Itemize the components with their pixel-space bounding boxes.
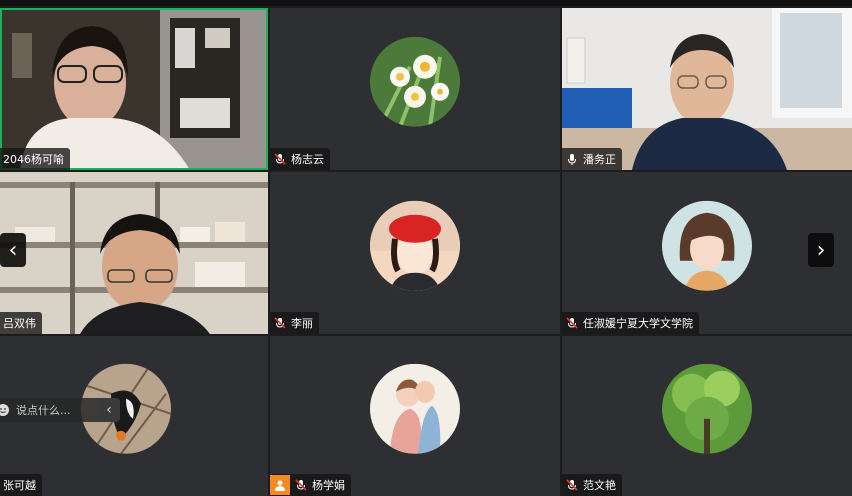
participant-name-tag: 杨学娟 xyxy=(270,474,351,496)
participant-name: 吕双伟 xyxy=(3,317,36,330)
chat-input[interactable]: 说点什么... ‹ xyxy=(0,398,120,422)
participant-name-tag: 范文艳 xyxy=(562,474,622,496)
video-tile-1[interactable]: 2046杨可喻 xyxy=(0,8,268,170)
participant-name-tag: 任淑媛宁夏大学文学院 xyxy=(562,312,699,334)
chevron-left-icon: ‹ xyxy=(106,402,112,418)
prev-page-button[interactable]: ‹ xyxy=(0,233,26,267)
avatar-tree xyxy=(662,363,752,454)
avatar-red-hat xyxy=(370,200,460,291)
avatar-flowers xyxy=(370,36,460,127)
mic-muted-icon xyxy=(274,153,286,165)
mic-muted-icon xyxy=(566,479,578,491)
mic-muted-icon xyxy=(295,479,307,491)
participant-name: 张可越 xyxy=(3,479,36,492)
video-feed-4 xyxy=(0,172,268,334)
next-page-button[interactable]: › xyxy=(808,233,834,267)
chat-placeholder: 说点什么... xyxy=(16,404,71,417)
emoji-icon[interactable] xyxy=(0,403,10,417)
collapse-chat-button[interactable]: ‹ xyxy=(98,398,120,422)
participant-name-tag: 吕双伟 xyxy=(0,312,42,334)
participant-name: 范文艳 xyxy=(583,479,616,492)
participant-name: 2046杨可喻 xyxy=(3,153,64,166)
mic-muted-icon xyxy=(274,317,286,329)
chevron-right-icon: › xyxy=(816,237,826,263)
video-tile-2[interactable]: 杨志云 xyxy=(270,8,560,170)
top-bar xyxy=(0,0,852,6)
video-feed-1 xyxy=(0,8,268,170)
participant-name: 李丽 xyxy=(291,317,313,330)
participant-name-tag: 张可越 xyxy=(0,474,42,496)
participant-name: 杨学娟 xyxy=(312,479,345,492)
video-feed-3 xyxy=(562,8,852,170)
video-tile-4[interactable]: 吕双伟 xyxy=(0,172,268,334)
video-tile-5[interactable]: 李丽 xyxy=(270,172,560,334)
video-tile-8[interactable]: 杨学娟 xyxy=(270,336,560,496)
video-tile-3[interactable]: 潘务正 xyxy=(562,8,852,170)
chevron-left-icon: ‹ xyxy=(8,237,18,263)
avatar-couple-illustration xyxy=(370,363,460,454)
participant-name-tag: 潘务正 xyxy=(562,148,622,170)
video-tile-9[interactable]: 范文艳 xyxy=(562,336,852,496)
mic-icon xyxy=(568,154,576,165)
avatar-illustrated-woman xyxy=(662,200,752,291)
participant-name-tag: 杨志云 xyxy=(270,148,330,170)
participant-name: 杨志云 xyxy=(291,153,324,166)
person-icon xyxy=(270,475,290,495)
participant-name-tag: 2046杨可喻 xyxy=(0,148,70,170)
participant-name-tag: 李丽 xyxy=(270,312,319,334)
participant-name: 潘务正 xyxy=(583,153,616,166)
mic-muted-icon xyxy=(566,317,578,329)
participant-name: 任淑媛宁夏大学文学院 xyxy=(583,317,693,330)
